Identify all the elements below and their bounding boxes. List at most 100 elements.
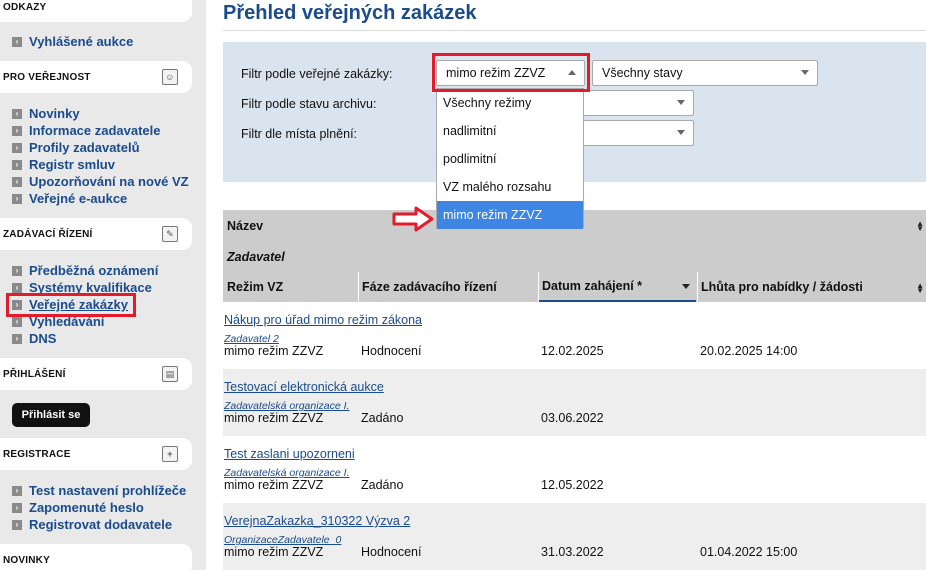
sidebar-item-registr-smluv[interactable]: › Registr smluv xyxy=(12,156,189,173)
rizeni-list: › Předběžná oznámení › Systémy kvalifikace… xyxy=(12,262,158,347)
section-header-prihlaseni: PŘIHLÁŠENÍ ▤ xyxy=(0,358,192,390)
bullet-icon: › xyxy=(12,193,22,204)
contract-link[interactable]: VerejnaZakazka_310322 Výzva 2 xyxy=(224,514,410,528)
cell-regime: mimo režim ZZVZ xyxy=(224,411,324,425)
cell-phase: Hodnocení xyxy=(361,344,422,358)
bullet-icon: › xyxy=(12,485,22,496)
table-row: Testovací elektronická aukce Zadavatelsk… xyxy=(223,369,926,436)
col-header-rezim[interactable]: Režim VZ xyxy=(223,272,283,302)
sidebar-item-systemy-kvalifikace[interactable]: › Systémy kvalifikace xyxy=(12,279,158,296)
cell-start: 03.06.2022 xyxy=(541,411,604,425)
divider xyxy=(223,30,926,31)
col-header-faze[interactable]: Fáze zadávacího řízení xyxy=(358,272,497,302)
bullet-icon: › xyxy=(12,36,22,47)
regime-dropdown-list: Všechny režimy nadlimitní podlimitní VZ … xyxy=(436,88,584,229)
section-title: REGISTRACE xyxy=(3,448,71,460)
bullet-icon: › xyxy=(12,108,22,119)
filter-label-archive: Filtr podle stavu archivu: xyxy=(241,97,377,111)
bullet-icon: › xyxy=(12,299,22,310)
divider xyxy=(538,272,539,302)
section-header-zadavaci-rizeni: ZADÁVACÍ ŘÍZENÍ ✎ xyxy=(0,218,192,250)
red-arrow-annotation xyxy=(392,206,434,232)
cell-deadline: 20.02.2025 14:00 xyxy=(700,344,798,358)
sidebar-item-verejne-e-aukce[interactable]: › Veřejné e-aukce xyxy=(12,190,189,207)
option-vsechny-rezimy[interactable]: Všechny režimy xyxy=(437,89,583,117)
sort-desc-icon xyxy=(682,284,690,289)
sidebar-item-profily-zadavatelu[interactable]: › Profily zadavatelů xyxy=(12,139,189,156)
sidebar-item-verejne-zakazky[interactable]: › Veřejné zakázky xyxy=(12,296,158,313)
sidebar-item-upozornovani[interactable]: › Upozorňování na nové VZ xyxy=(12,173,189,190)
section-header-pro-verejnost: PRO VEŘEJNOST ☺ xyxy=(0,61,192,93)
col-header-lhuta[interactable]: Lhůta pro nabídky / žádosti xyxy=(697,272,863,302)
section-title: PRO VEŘEJNOST xyxy=(3,71,91,83)
regime-select[interactable]: mimo režim ZZVZ xyxy=(436,60,585,86)
cell-start: 12.02.2025 xyxy=(541,344,604,358)
section-title: NOVINKY xyxy=(3,554,50,566)
sidebar-item-vyhlasene-aukce[interactable]: › Vyhlášené aukce xyxy=(12,33,133,50)
registrace-list: › Test nastavení prohlížeče › Zapomenuté h… xyxy=(12,482,186,533)
table-row: Nákup pro úřad mimo režim zákona Zadavat… xyxy=(223,302,926,369)
cell-regime: mimo režim ZZVZ xyxy=(224,545,324,559)
table-row: Test zaslani upozorneni Zadavatelská org… xyxy=(223,436,926,503)
lock-icon: ▤ xyxy=(162,366,178,382)
contract-link[interactable]: Testovací elektronická aukce xyxy=(224,380,384,394)
verejnost-list: › Novinky › Informace zadavatele › Profily … xyxy=(12,105,189,207)
sidebar-item-registrovat-dodavatele[interactable]: › Registrovat dodavatele xyxy=(12,516,186,533)
sidebar-item-test-nastaveni[interactable]: › Test nastavení prohlížeče xyxy=(12,482,186,499)
contract-link[interactable]: Test zaslani upozorneni xyxy=(224,447,355,461)
odkazy-list: › Vyhlášené aukce xyxy=(12,33,133,50)
archive-select[interactable] xyxy=(583,90,694,116)
place-select[interactable] xyxy=(583,120,694,146)
sort-icon[interactable]: ▲ ▼ xyxy=(916,282,924,295)
chevron-down-icon xyxy=(801,70,809,75)
cell-deadline: 01.04.2022 15:00 xyxy=(700,545,798,559)
sidebar-item-dns[interactable]: › DNS xyxy=(12,330,158,347)
section-title: ODKAZY xyxy=(3,1,47,13)
chevron-down-icon xyxy=(677,100,685,105)
chevron-up-icon xyxy=(568,70,576,75)
chevron-down-icon xyxy=(677,130,685,135)
cell-regime: mimo režim ZZVZ xyxy=(224,344,324,358)
option-vz-maleho-rozsahu[interactable]: VZ malého rozsahu xyxy=(437,173,583,201)
bullet-icon: › xyxy=(12,176,22,187)
col-header-datum[interactable]: Datum zahájení * xyxy=(538,272,696,302)
bullet-icon: › xyxy=(12,125,22,136)
table-header-zadavatel[interactable]: Zadavatel xyxy=(223,242,926,272)
bullet-icon: › xyxy=(12,333,22,344)
document-edit-icon: ✎ xyxy=(162,226,178,242)
divider xyxy=(697,272,698,302)
option-nadlimitni[interactable]: nadlimitní xyxy=(437,117,583,145)
sidebar-item-novinky[interactable]: › Novinky xyxy=(12,105,189,122)
sort-icon[interactable]: ▲ ▼ xyxy=(916,220,924,233)
sidebar-item-vyhledavani[interactable]: › Vyhledávání xyxy=(12,313,158,330)
main-content: Přehled veřejných zakázek Filtr podle ve… xyxy=(207,0,926,570)
option-mimo-rezim-zzvz[interactable]: mimo režim ZZVZ xyxy=(437,201,583,229)
login-button[interactable]: Přihlásit se xyxy=(12,403,90,427)
divider xyxy=(358,272,359,302)
section-title: ZADÁVACÍ ŘÍZENÍ xyxy=(3,228,93,240)
bullet-icon: › xyxy=(12,519,22,530)
sidebar-item-predbezna-oznameni[interactable]: › Předběžná oznámení xyxy=(12,262,158,279)
cell-regime: mimo režim ZZVZ xyxy=(224,478,324,492)
contract-link[interactable]: Nákup pro úřad mimo režim zákona xyxy=(224,313,422,327)
sidebar-item-zapomenute-heslo[interactable]: › Zapomenuté heslo xyxy=(12,499,186,516)
sidebar: ODKAZY › Vyhlášené aukce PRO VEŘEJNOST ☺ … xyxy=(0,0,206,570)
register-icon: + xyxy=(162,446,178,462)
filter-label-regime: Filtr podle veřejné zakázky: xyxy=(241,67,393,81)
section-title: PŘIHLÁŠENÍ xyxy=(3,368,66,380)
cell-phase: Hodnocení xyxy=(361,545,422,559)
table-header-columns: Režim VZ Fáze zadávacího řízení Datum za… xyxy=(223,272,926,302)
option-podlimitni[interactable]: podlimitní xyxy=(437,145,583,173)
cell-phase: Zadáno xyxy=(361,411,404,425)
table-row: VerejnaZakazka_310322 Výzva 2 Organizace… xyxy=(223,503,926,570)
section-header-novinky: NOVINKY xyxy=(0,544,192,570)
cell-start: 31.03.2022 xyxy=(541,545,604,559)
bullet-icon: › xyxy=(12,142,22,153)
bullet-icon: › xyxy=(12,282,22,293)
sidebar-item-informace-zadavatele[interactable]: › Informace zadavatele xyxy=(12,122,189,139)
cell-start: 12.05.2022 xyxy=(541,478,604,492)
bullet-icon: › xyxy=(12,316,22,327)
page-title: Přehled veřejných zakázek xyxy=(223,2,477,24)
bullet-icon: › xyxy=(12,502,22,513)
state-select[interactable]: Všechny stavy xyxy=(592,60,818,86)
